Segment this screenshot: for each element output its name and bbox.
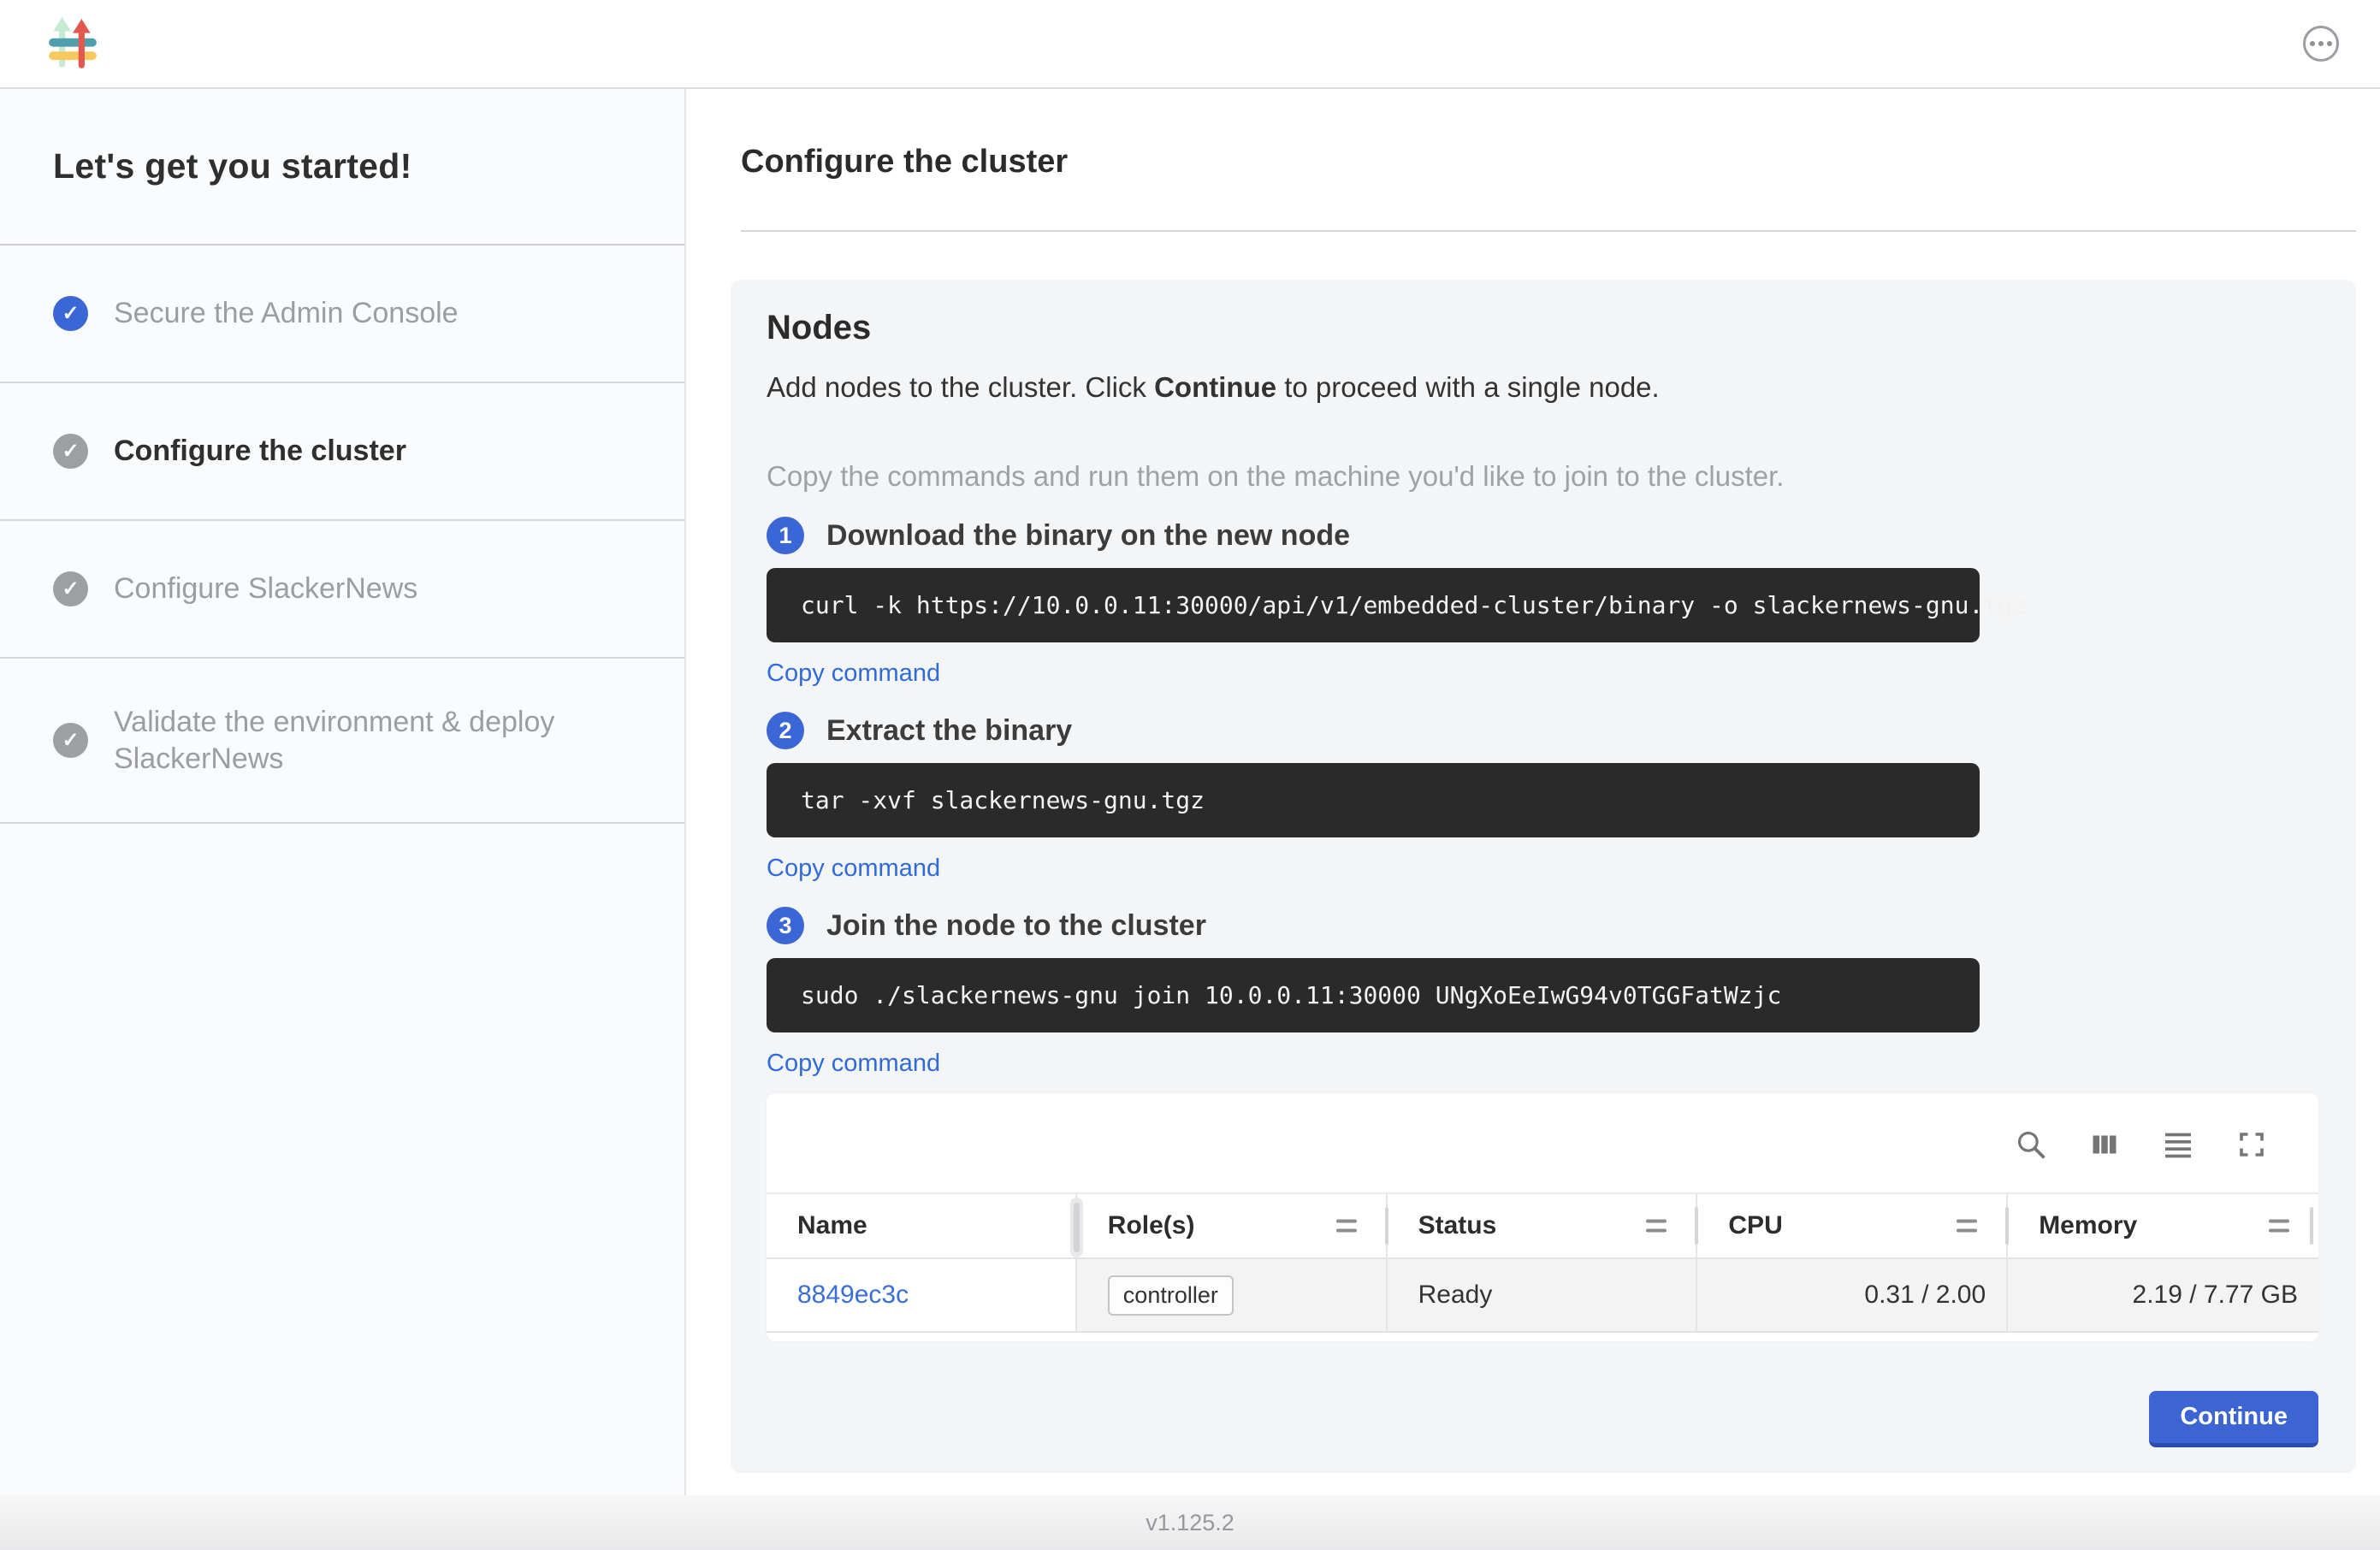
step-number-badge: 3 — [767, 907, 804, 944]
sidebar-heading: Let's get you started! — [53, 146, 412, 186]
column-header-memory[interactable]: Memory — [2008, 1192, 2318, 1259]
copy-command-link[interactable]: Copy command — [767, 1050, 940, 1078]
column-resize-handle[interactable] — [2310, 1207, 2313, 1245]
page-title: Configure the cluster — [741, 144, 2356, 180]
step-title: Join the node to the cluster — [826, 909, 1206, 943]
column-resize-handle[interactable] — [2005, 1207, 2009, 1245]
table-toolbar — [767, 1093, 2318, 1192]
copy-command-link[interactable]: Copy command — [767, 660, 940, 688]
step-title: Extract the binary — [826, 714, 1072, 748]
column-header-roles[interactable]: Role(s) — [1077, 1192, 1388, 1259]
nodes-heading: Nodes — [767, 309, 2318, 347]
node-status-cell: Ready — [1388, 1259, 1698, 1333]
nodes-table: Name Role(s) Status — [767, 1192, 2318, 1341]
title-divider — [741, 230, 2356, 232]
column-header-cpu[interactable]: CPU — [1697, 1192, 2008, 1259]
command-code-block: sudo ./slackernews-gnu join 10.0.0.11:30… — [767, 958, 1980, 1032]
app-footer: v1.125.2 — [0, 1495, 2380, 1550]
check-circle-pending-icon: ✓ — [53, 434, 88, 469]
ellipsis-icon — [2310, 41, 2315, 46]
column-resize-handle[interactable] — [1695, 1207, 1698, 1245]
check-circle-pending-icon: ✓ — [53, 571, 88, 606]
slackernews-logo-icon — [48, 16, 98, 71]
fullscreen-icon[interactable] — [2235, 1127, 2269, 1162]
column-menu-icon[interactable] — [1646, 1220, 1667, 1233]
sidebar-item-label: Configure the cluster — [114, 433, 406, 470]
step-title: Download the binary on the new node — [826, 519, 1350, 553]
sidebar-heading-block: Let's get you started! — [0, 89, 684, 246]
column-menu-icon[interactable] — [1336, 1220, 1357, 1233]
nodes-intro-text: Add nodes to the cluster. Click Continue… — [767, 371, 2318, 404]
copy-command-link[interactable]: Copy command — [767, 855, 940, 883]
node-roles-cell: controller — [1077, 1259, 1388, 1333]
role-chip: controller — [1108, 1275, 1234, 1316]
column-resize-handle[interactable] — [1070, 1198, 1083, 1257]
copy-commands-helper-text: Copy the commands and run them on the ma… — [767, 460, 2318, 493]
columns-icon[interactable] — [2087, 1127, 2122, 1162]
density-icon[interactable] — [2161, 1127, 2195, 1162]
step-number-badge: 1 — [767, 517, 804, 554]
check-circle-pending-icon: ✓ — [53, 723, 88, 758]
column-header-name[interactable]: Name — [767, 1192, 1077, 1259]
column-resize-handle[interactable] — [1385, 1207, 1388, 1245]
column-header-status[interactable]: Status — [1388, 1192, 1698, 1259]
join-step-3: 3 Join the node to the cluster sudo ./sl… — [767, 907, 2318, 1078]
command-code-block: curl -k https://10.0.0.11:30000/api/v1/e… — [767, 568, 1980, 642]
node-name-cell: 8849ec3c — [767, 1259, 1077, 1333]
search-icon[interactable] — [2014, 1127, 2048, 1162]
join-step-2: 2 Extract the binary tar -xvf slackernew… — [767, 712, 2318, 883]
nodes-table-panel: Name Role(s) Status — [767, 1093, 2318, 1341]
nodes-card: Nodes Add nodes to the cluster. Click Co… — [731, 280, 2356, 1473]
sidebar-item-validate-deploy[interactable]: ✓ Validate the environment & deploy Slac… — [0, 659, 684, 824]
command-code-block: tar -xvf slackernews-gnu.tgz — [767, 763, 1980, 837]
node-name-link[interactable]: 8849ec3c — [797, 1281, 909, 1310]
table-row: 8849ec3c controller Ready 0.31 / 2.00 2.… — [767, 1259, 2318, 1333]
column-menu-icon[interactable] — [2269, 1220, 2289, 1233]
setup-steps-sidebar: Let's get you started! ✓ Secure the Admi… — [0, 89, 686, 1495]
join-step-1: 1 Download the binary on the new node cu… — [767, 517, 2318, 688]
check-circle-complete-icon: ✓ — [53, 296, 88, 331]
sidebar-item-configure-slackernews[interactable]: ✓ Configure SlackerNews — [0, 521, 684, 659]
sidebar-item-configure-cluster[interactable]: ✓ Configure the cluster — [0, 383, 684, 521]
sidebar-item-label: Validate the environment & deploy Slacke… — [114, 704, 593, 777]
step-number-badge: 2 — [767, 712, 804, 749]
table-header-row: Name Role(s) Status — [767, 1192, 2318, 1259]
sidebar-item-label: Secure the Admin Console — [114, 295, 459, 332]
node-cpu-cell: 0.31 / 2.00 — [1697, 1259, 2008, 1333]
sidebar-item-secure-admin-console[interactable]: ✓ Secure the Admin Console — [0, 246, 684, 383]
node-memory-cell: 2.19 / 7.77 GB — [2008, 1259, 2318, 1333]
continue-button[interactable]: Continue — [2149, 1391, 2318, 1447]
app-version: v1.125.2 — [1146, 1510, 1234, 1536]
main-content: Configure the cluster Nodes Add nodes to… — [686, 89, 2380, 1495]
overflow-menu-button[interactable] — [2303, 26, 2339, 62]
top-header-bar — [0, 0, 2380, 89]
column-menu-icon[interactable] — [1957, 1220, 1977, 1233]
sidebar-item-label: Configure SlackerNews — [114, 571, 417, 607]
